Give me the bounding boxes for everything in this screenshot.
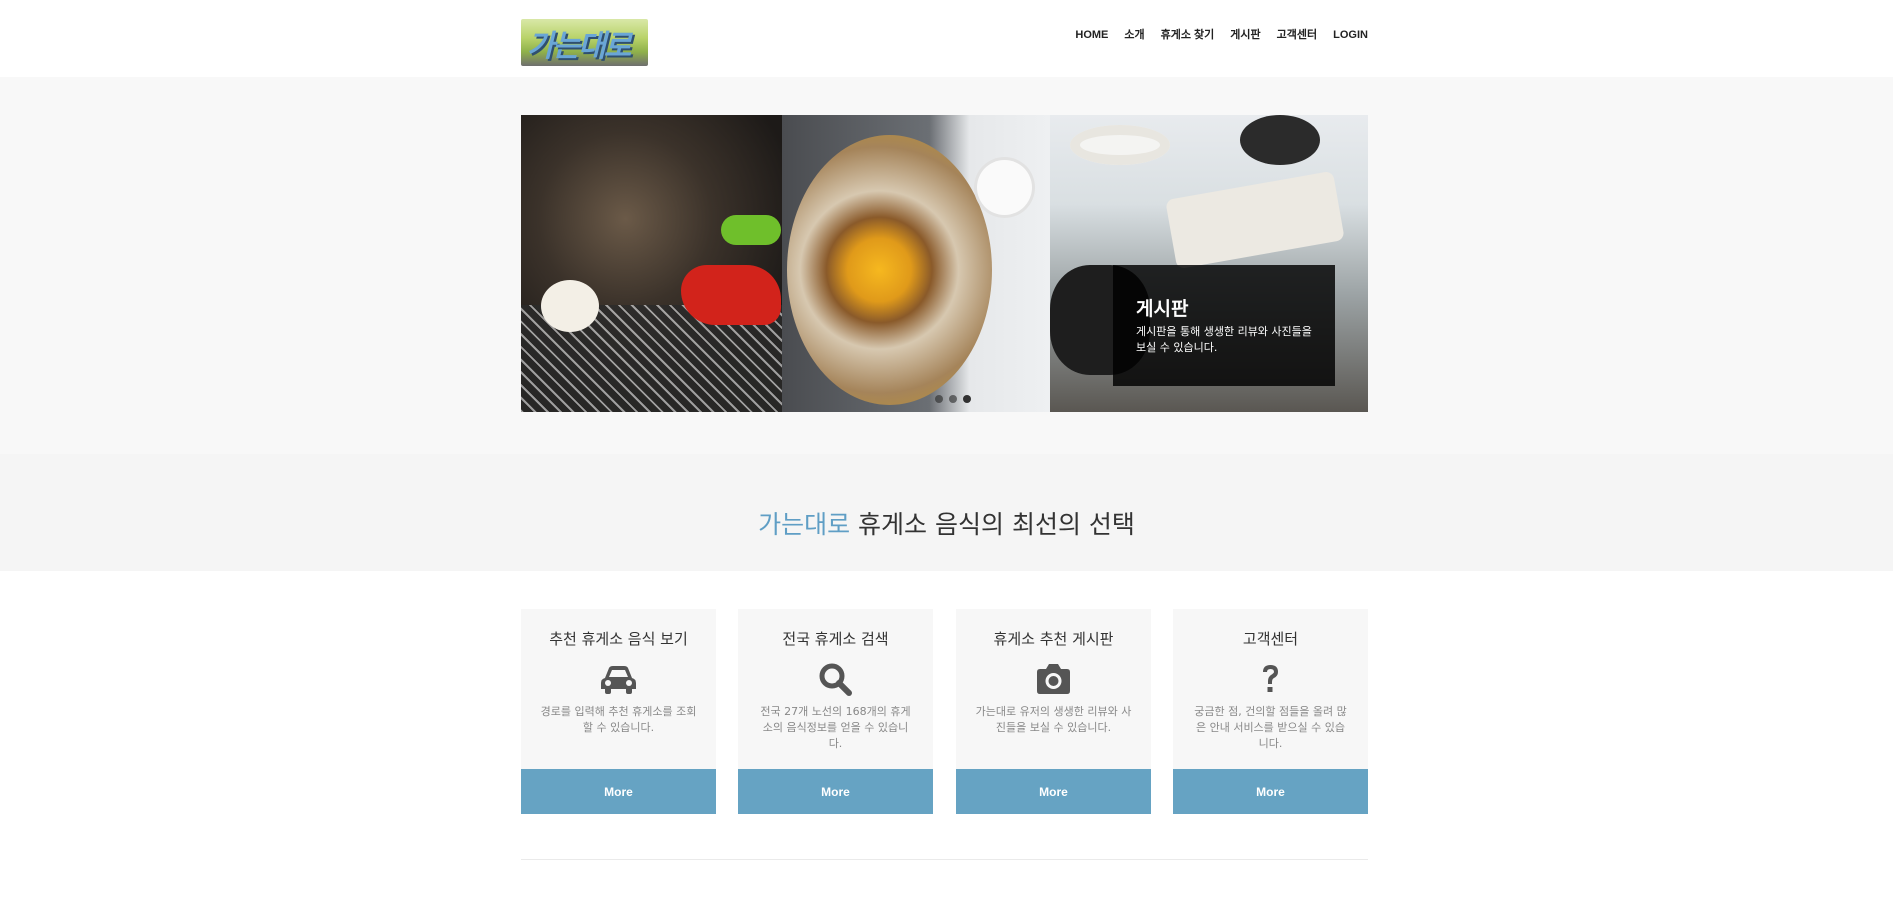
slide-caption-title: 게시판	[1136, 298, 1189, 320]
nav-customer-center[interactable]: 고객센터	[1277, 27, 1317, 43]
footer-divider	[521, 859, 1368, 860]
tagline-accent: 가는대로	[758, 510, 851, 539]
nav-about[interactable]: 소개	[1124, 27, 1144, 43]
camera-icon	[1037, 664, 1070, 694]
slide-caption: 게시판 게시판을 통해 생생한 리뷰와 사진들을 보실 수 있습니다.	[1113, 265, 1335, 386]
card-recommend: 추천 휴게소 음식 보기 경로를 입력해 추천 휴게소를 조회 할 수 있습니다…	[521, 609, 716, 814]
card-title: 추천 휴게소 음식 보기	[549, 630, 688, 648]
image-slider[interactable]: 게시판 게시판을 통해 생생한 리뷰와 사진들을 보실 수 있습니다.	[521, 115, 1368, 412]
tagline-text: 휴게소 음식의 최선의 선택	[850, 510, 1135, 539]
slider-dot-3[interactable]	[963, 395, 971, 403]
car-icon	[601, 666, 636, 694]
slide-image-hotpot	[782, 115, 1220, 412]
card-search: 전국 휴게소 검색 전국 27개 노선의 168개의 휴게소의 음식정보를 얻을…	[738, 609, 933, 814]
question-icon	[1263, 665, 1278, 692]
search-icon	[819, 663, 852, 696]
card-desc: 가는대로 유저의 생생한 리뷰와 사진들을 보실 수 있습니다.	[975, 705, 1132, 734]
nav-board[interactable]: 게시판	[1230, 27, 1260, 43]
site-logo[interactable]: 가는대로	[521, 19, 648, 66]
card-title: 전국 휴게소 검색	[782, 630, 889, 648]
plate-decoration	[1165, 170, 1345, 270]
card-desc: 궁금한 점, 건의할 점들을 올려 많은 안내 서비스를 받으실 수 있습니다.	[1194, 705, 1347, 750]
hotpot-decoration	[787, 135, 992, 405]
green-pepper-decoration	[721, 215, 781, 245]
nav-find-rest-area[interactable]: 휴게소 찾기	[1161, 27, 1215, 43]
more-button-support[interactable]: More	[1173, 769, 1368, 814]
card-desc: 경로를 입력해 추천 휴게소를 조회 할 수 있습니다.	[540, 705, 697, 734]
more-button-board[interactable]: More	[956, 769, 1151, 814]
nav-login[interactable]: LOGIN	[1333, 27, 1368, 43]
main-nav: HOME 소개 휴게소 찾기 게시판 고객센터 LOGIN	[1059, 27, 1368, 43]
bowl-decoration	[1240, 115, 1320, 165]
mushroom-decoration	[541, 280, 599, 332]
card-desc: 전국 27개 노선의 168개의 휴게소의 음식정보를 얻을 수 있습니다.	[760, 705, 911, 750]
site-header: 가는대로 HOME 소개 휴게소 찾기 게시판 고객센터 LOGIN	[0, 0, 1893, 77]
slider-dots	[935, 395, 971, 403]
feature-cards: 추천 휴게소 음식 보기 경로를 입력해 추천 휴게소를 조회 할 수 있습니다…	[521, 609, 1368, 814]
slide-caption-text: 게시판을 통해 생생한 리뷰와 사진들을 보실 수 있습니다.	[1136, 325, 1312, 354]
slider-dot-2[interactable]	[949, 395, 957, 403]
slide-image-grill	[521, 115, 782, 412]
nav-home[interactable]: HOME	[1075, 27, 1108, 43]
slider-dot-1[interactable]	[935, 395, 943, 403]
more-button-recommend[interactable]: More	[521, 769, 716, 814]
more-button-search[interactable]: More	[738, 769, 933, 814]
logo-text: 가는대로	[527, 29, 631, 64]
card-title: 휴게소 추천 게시판	[993, 630, 1114, 648]
pepper-decoration	[681, 265, 781, 325]
cup-decoration	[977, 160, 1032, 215]
card-board: 휴게소 추천 게시판 가는대로 유저의 생생한 리뷰와 사진들을 보실 수 있습…	[956, 609, 1151, 814]
card-title: 고객센터	[1242, 630, 1299, 648]
card-support: 고객센터 궁금한 점, 건의할 점들을 올려 많은 안내 서비스를 받으실 수 …	[1173, 609, 1368, 814]
dish-decoration	[1070, 125, 1170, 165]
tagline: 가는대로 휴게소 음식의 최선의 선택	[0, 505, 1893, 541]
